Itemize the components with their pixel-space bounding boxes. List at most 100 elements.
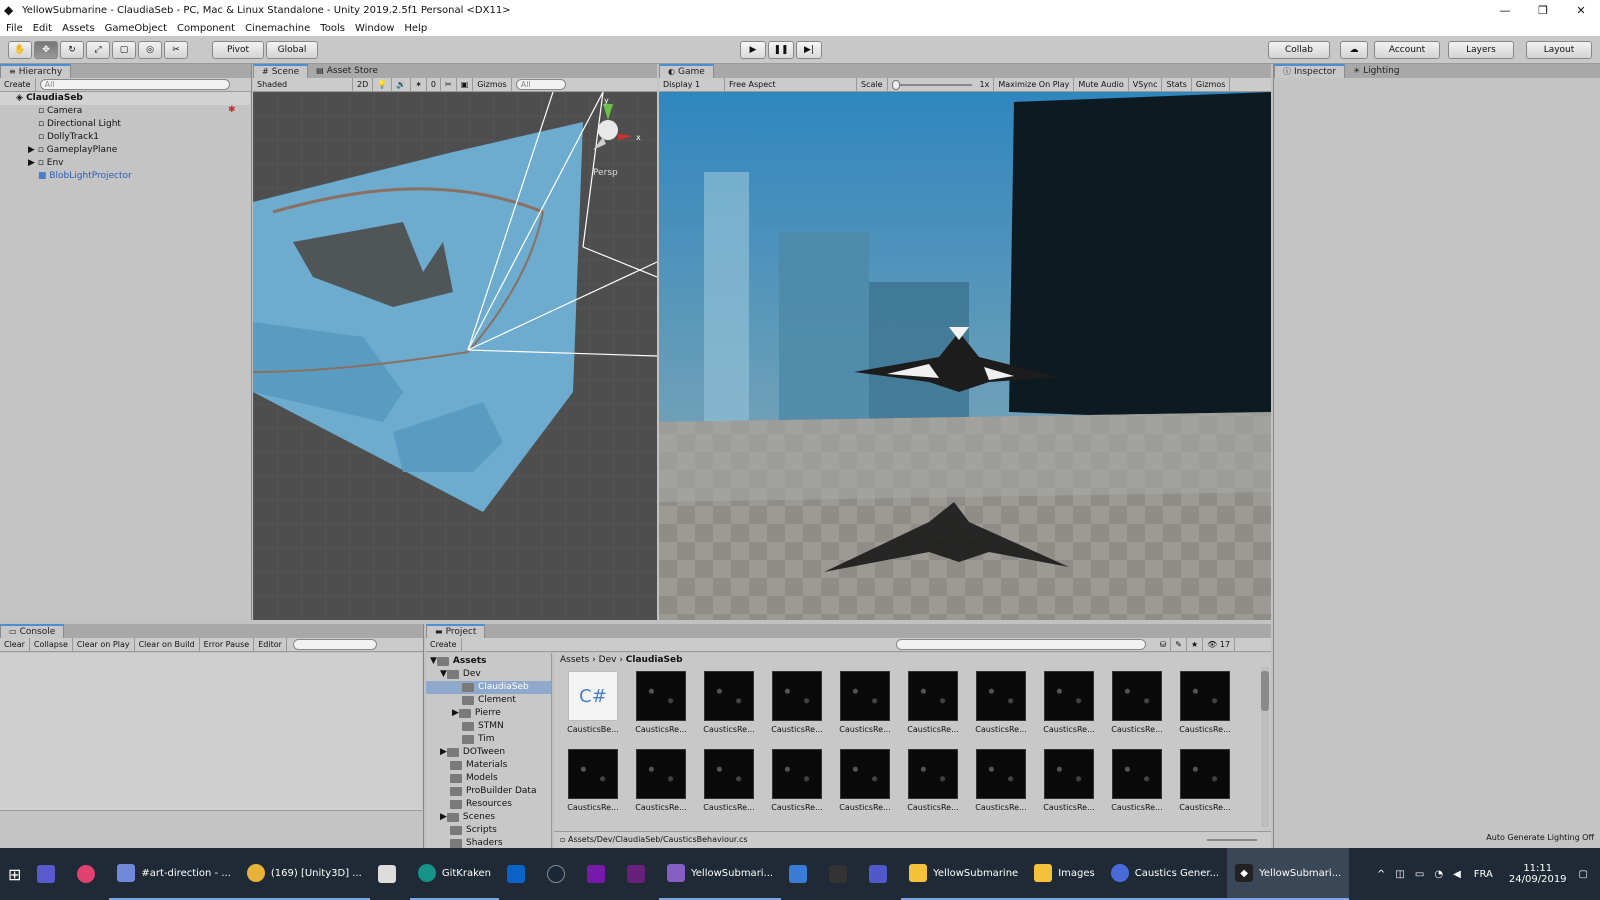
- shading-mode-dropdown[interactable]: Shaded: [253, 77, 353, 92]
- tree-item-pierre[interactable]: ▶ Pierre: [452, 707, 501, 720]
- menu-file[interactable]: File: [6, 23, 23, 34]
- game-gizmos-dropdown[interactable]: Gizmos: [1192, 77, 1231, 92]
- favorite-star-icon[interactable]: ★: [1187, 637, 1204, 652]
- minimize-button[interactable]: —: [1486, 0, 1524, 20]
- breadcrumb-item[interactable]: Dev: [599, 655, 617, 665]
- asset-item[interactable]: CausticsRe...: [628, 671, 694, 745]
- console-log-area[interactable]: [0, 653, 422, 811]
- tab-project[interactable]: ▬ Project: [426, 624, 486, 638]
- expand-arrow-icon[interactable]: ▶: [440, 746, 447, 759]
- tree-item-assets[interactable]: ▼ Assets: [430, 655, 486, 668]
- taskbar-app[interactable]: [370, 848, 410, 900]
- notification-icon[interactable]: ▢: [1579, 869, 1588, 880]
- tab-console[interactable]: ▭ Console: [0, 624, 65, 638]
- thumbnail-size-slider[interactable]: [1207, 839, 1257, 841]
- asset-item[interactable]: CausticsRe...: [1104, 671, 1170, 745]
- maximize-on-play-toggle[interactable]: Maximize On Play: [994, 77, 1075, 92]
- assets-scrollbar-thumb[interactable]: [1261, 671, 1269, 711]
- layers-dropdown[interactable]: Layers: [1448, 41, 1514, 59]
- expand-arrow-icon[interactable]: ▼: [430, 655, 437, 668]
- battery-icon[interactable]: ▭: [1415, 869, 1424, 880]
- close-button[interactable]: ✕: [1562, 0, 1600, 20]
- restore-button[interactable]: ❐: [1524, 0, 1562, 20]
- asset-item[interactable]: CausticsRe...: [560, 749, 626, 823]
- menu-cinemachine[interactable]: Cinemachine: [245, 23, 310, 34]
- menu-help[interactable]: Help: [404, 23, 427, 34]
- layout-dropdown[interactable]: Layout: [1526, 41, 1592, 59]
- console-error-pause-button[interactable]: Error Pause: [200, 637, 255, 652]
- tree-item-probuilder-data[interactable]: ProBuilder Data: [450, 785, 536, 798]
- taskbar-app-images[interactable]: Images: [1026, 848, 1103, 900]
- console-clear-button[interactable]: Clear: [0, 637, 30, 652]
- vsync-toggle[interactable]: VSync: [1129, 77, 1163, 92]
- tree-item-stmn[interactable]: STMN: [462, 720, 504, 733]
- volume-icon[interactable]: ◀: [1453, 869, 1461, 880]
- asset-item[interactable]: CausticsRe...: [764, 671, 830, 745]
- project-search-input[interactable]: [895, 639, 1146, 650]
- tree-item-claudiaseb[interactable]: ClaudiaSeb: [426, 681, 551, 694]
- asset-item[interactable]: CausticsRe...: [1036, 671, 1102, 745]
- menu-edit[interactable]: Edit: [33, 23, 52, 34]
- menu-gameobject[interactable]: GameObject: [105, 23, 167, 34]
- asset-item[interactable]: CausticsRe...: [1172, 749, 1238, 823]
- wifi-icon[interactable]: ◔: [1434, 869, 1443, 880]
- breadcrumb-item[interactable]: ClaudiaSeb: [626, 655, 683, 665]
- asset-item[interactable]: CausticsRe...: [696, 749, 762, 823]
- mute-audio-toggle[interactable]: Mute Audio: [1074, 77, 1129, 92]
- hierarchy-item[interactable]: ▫ Directional Light: [0, 118, 121, 131]
- taskbar-app[interactable]: [781, 848, 821, 900]
- menu-tools[interactable]: Tools: [320, 23, 345, 34]
- mode-2d-toggle[interactable]: 2D: [353, 77, 374, 92]
- asset-item[interactable]: CausticsRe...: [1172, 671, 1238, 745]
- taskbar-app-gitkraken[interactable]: GitKraken: [409, 848, 499, 900]
- console-clear-on-play-button[interactable]: Clear on Play: [73, 637, 135, 652]
- console-search-input[interactable]: [292, 639, 377, 650]
- start-button[interactable]: ⊞: [0, 848, 29, 900]
- asset-item[interactable]: CausticsRe...: [900, 671, 966, 745]
- asset-item[interactable]: CausticsRe...: [968, 749, 1034, 823]
- menu-assets[interactable]: Assets: [62, 23, 95, 34]
- breadcrumb-item[interactable]: Assets: [560, 655, 589, 665]
- asset-item[interactable]: CausticsRe...: [900, 749, 966, 823]
- tree-item-models[interactable]: Models: [450, 772, 498, 785]
- global-toggle[interactable]: Global: [266, 41, 318, 59]
- taskbar-app-visual-studio[interactable]: YellowSubmari...: [659, 848, 782, 900]
- asset-item[interactable]: CausticsRe...: [696, 671, 762, 745]
- display-dropdown[interactable]: Display 1: [659, 77, 725, 92]
- expand-arrow-icon[interactable]: ▶: [28, 158, 38, 168]
- tree-item-scripts[interactable]: Scripts: [450, 824, 497, 837]
- language-indicator[interactable]: FRA: [1474, 869, 1493, 880]
- hierarchy-item[interactable]: ▶ ▫ Env: [0, 157, 63, 170]
- stats-toggle[interactable]: Stats: [1162, 77, 1192, 92]
- console-editor-dropdown[interactable]: Editor: [254, 637, 287, 652]
- hidden-packages-counter[interactable]: 👁 17: [1203, 637, 1236, 652]
- asset-item[interactable]: CausticsRe...: [764, 749, 830, 823]
- scene-viewport[interactable]: y x Persp: [253, 92, 657, 620]
- hierarchy-item[interactable]: ▶ ▫ GameplayPlane: [0, 144, 117, 157]
- tree-item-shaders[interactable]: Shaders: [450, 837, 503, 848]
- transform-tool-button[interactable]: ◎: [138, 41, 162, 59]
- tab-asset-store[interactable]: ▤ Asset Store: [308, 64, 386, 78]
- hierarchy-item[interactable]: ▫ DollyTrack1: [0, 131, 99, 144]
- hidden-objects-counter[interactable]: 0: [427, 77, 441, 92]
- taskbar-app[interactable]: [619, 848, 659, 900]
- taskbar-app[interactable]: [499, 848, 539, 900]
- expand-arrow-icon[interactable]: ▶: [440, 811, 447, 824]
- console-collapse-button[interactable]: Collapse: [30, 637, 73, 652]
- camera-settings-icon[interactable]: ▣: [457, 77, 474, 92]
- scale-slider[interactable]: [891, 79, 972, 90]
- pivot-toggle[interactable]: Pivot: [212, 41, 264, 59]
- taskbar-app-explorer[interactable]: YellowSubmarine: [901, 848, 1027, 900]
- taskbar-app-unity[interactable]: ◆ YellowSubmari...: [1227, 848, 1350, 900]
- taskbar-app[interactable]: [69, 848, 109, 900]
- play-button[interactable]: ▶: [740, 41, 766, 59]
- lighting-toggle-icon[interactable]: 💡: [373, 77, 393, 92]
- taskbar-app-chrome[interactable]: (169) [Unity3D] ...: [238, 848, 370, 900]
- audio-toggle-icon[interactable]: 🔊: [392, 77, 412, 92]
- asset-item[interactable]: CausticsRe...: [968, 671, 1034, 745]
- menu-window[interactable]: Window: [355, 23, 394, 34]
- tree-item-dotween[interactable]: ▶ DOTween: [440, 746, 505, 759]
- tree-item-resources[interactable]: Resources: [450, 798, 512, 811]
- asset-item[interactable]: CausticsRe...: [628, 749, 694, 823]
- tab-inspector[interactable]: ⓘ Inspector: [1274, 64, 1345, 78]
